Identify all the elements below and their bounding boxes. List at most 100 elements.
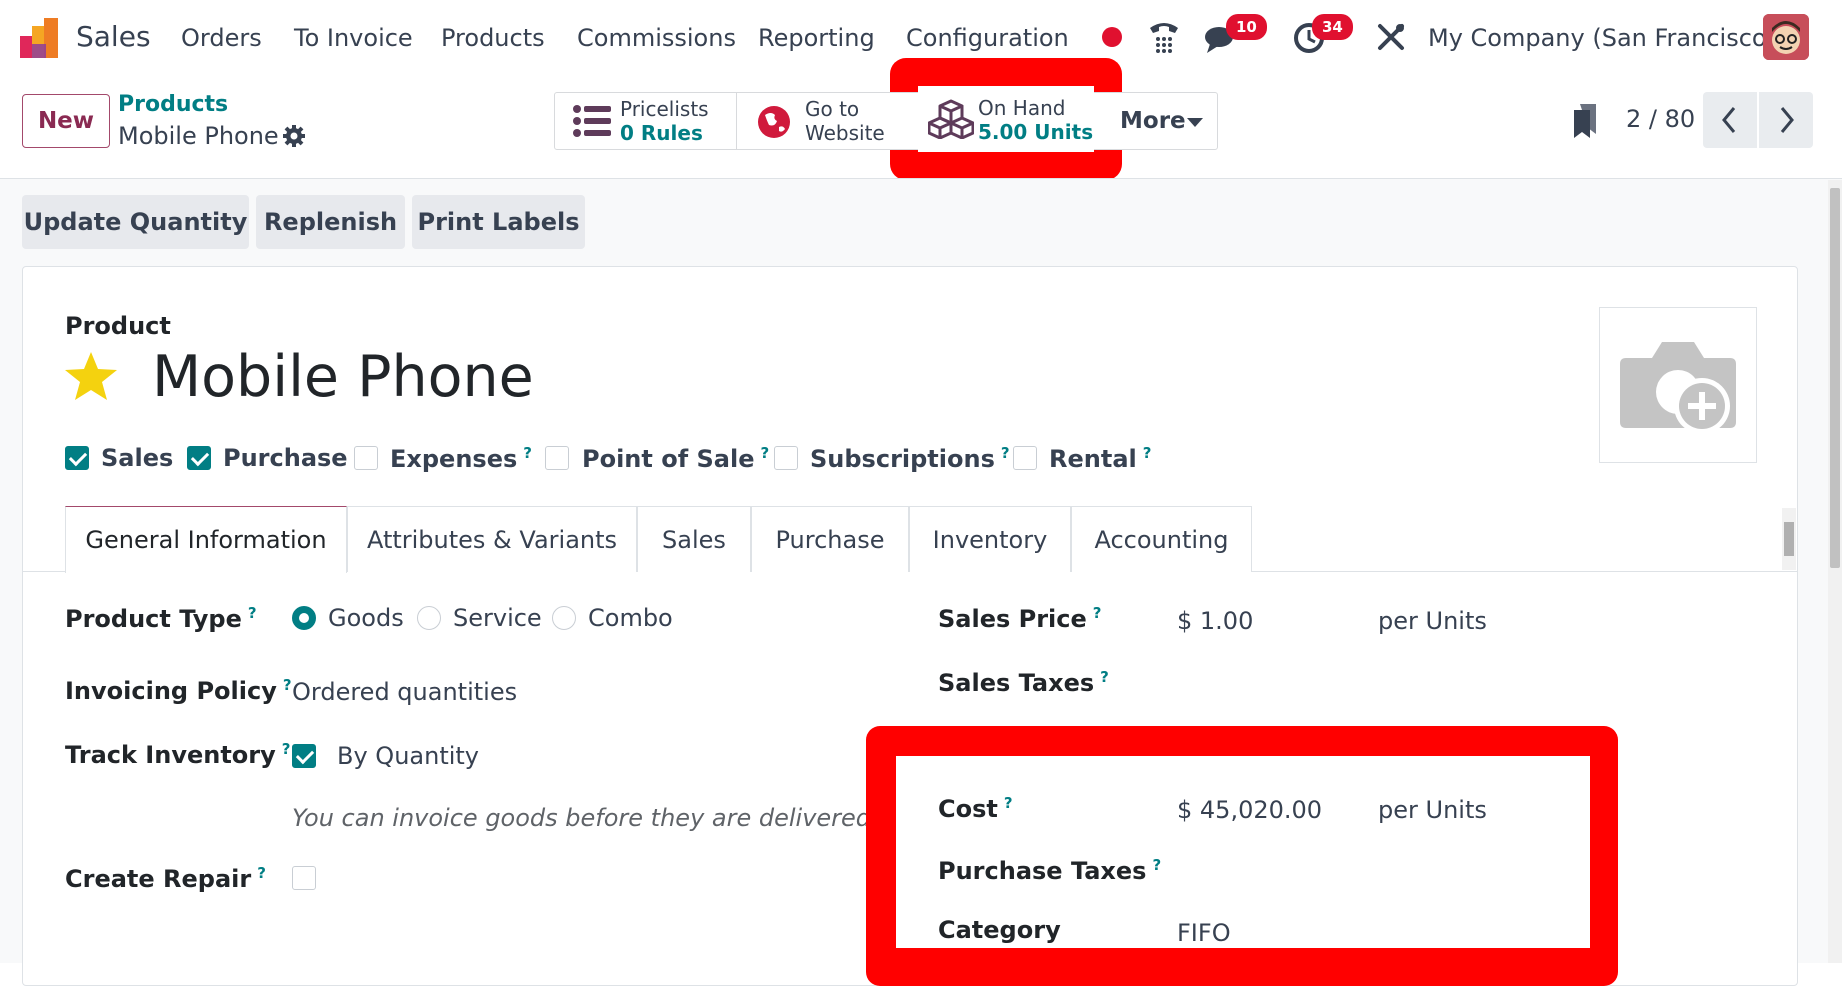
expenses-checkbox[interactable] bbox=[354, 446, 378, 470]
menu-commissions[interactable]: Commissions bbox=[577, 24, 736, 52]
menu-orders[interactable]: Orders bbox=[181, 24, 262, 52]
category-label: Category bbox=[938, 916, 1061, 944]
help-icon: ? bbox=[1100, 668, 1109, 686]
tab-accounting[interactable]: Accounting bbox=[1071, 506, 1252, 572]
help-icon: ? bbox=[1000, 444, 1010, 462]
messages-badge: 10 bbox=[1226, 14, 1267, 40]
help-icon: ? bbox=[1092, 604, 1102, 622]
onhand-smart-button[interactable]: On Hand 5.00 Units bbox=[918, 86, 1094, 152]
breadcrumb-current: Mobile Phone bbox=[118, 122, 279, 150]
replenish-button[interactable]: Replenish bbox=[256, 195, 405, 249]
smart-buttons-bar: Pricelists 0 Rules Go to Website bbox=[554, 92, 1218, 150]
cost-label: Cost? bbox=[938, 794, 1013, 823]
product-name[interactable]: Mobile Phone bbox=[152, 344, 534, 410]
tab-sales[interactable]: Sales bbox=[637, 506, 751, 572]
service-option-label: Service bbox=[453, 604, 542, 632]
create-repair-label: Create Repair? bbox=[65, 864, 266, 893]
create-repair-checkbox[interactable] bbox=[292, 866, 316, 890]
print-labels-button[interactable]: Print Labels bbox=[412, 195, 585, 249]
breadcrumb-products[interactable]: Products bbox=[118, 92, 228, 117]
page-scrollbar-thumb[interactable] bbox=[1830, 188, 1840, 568]
invoicing-policy-value[interactable]: Ordered quantities bbox=[292, 678, 517, 706]
app-name[interactable]: Sales bbox=[76, 20, 151, 53]
help-icon: ? bbox=[523, 444, 532, 462]
chevron-left-icon bbox=[1722, 107, 1736, 133]
help-icon: ? bbox=[1152, 856, 1162, 874]
invoicing-policy-label: Invoicing Policy? bbox=[65, 676, 292, 705]
combo-radio[interactable] bbox=[552, 606, 576, 630]
purchase-taxes-label: Purchase Taxes? bbox=[938, 856, 1162, 885]
tab-purchase[interactable]: Purchase bbox=[751, 506, 909, 572]
track-inventory-value[interactable]: By Quantity bbox=[337, 742, 479, 770]
expenses-flag-label: Expenses? bbox=[390, 444, 532, 473]
favorite-star-icon[interactable] bbox=[63, 350, 119, 402]
sales-checkbox[interactable] bbox=[65, 446, 89, 470]
pricelists-smart-button[interactable]: Pricelists 0 Rules bbox=[555, 93, 737, 149]
go-to-website-smart-button[interactable]: Go to Website bbox=[737, 93, 919, 149]
sales-price-uom: per Units bbox=[1378, 607, 1487, 635]
cubes-icon bbox=[928, 99, 974, 139]
subscriptions-checkbox[interactable] bbox=[774, 446, 798, 470]
onhand-value: 5.00 Units bbox=[978, 120, 1094, 144]
bookmark-icon[interactable] bbox=[1574, 104, 1598, 138]
menu-configuration[interactable]: Configuration bbox=[906, 24, 1069, 52]
rental-checkbox[interactable] bbox=[1013, 446, 1037, 470]
sales-app-icon[interactable] bbox=[20, 18, 62, 58]
pager-previous-button[interactable] bbox=[1703, 92, 1757, 148]
service-radio[interactable] bbox=[417, 606, 441, 630]
pager-value[interactable]: 2 / 80 bbox=[1626, 105, 1695, 133]
help-icon: ? bbox=[282, 676, 292, 694]
list-icon bbox=[573, 105, 611, 137]
sales-price-value[interactable]: $ 1.00 bbox=[1177, 607, 1253, 635]
combo-option-label: Combo bbox=[588, 604, 673, 632]
point-of-sale-flag-label: Point of Sale? bbox=[582, 444, 770, 473]
globe-icon bbox=[758, 106, 790, 138]
help-icon: ? bbox=[281, 740, 291, 758]
website-label-line2: Website bbox=[805, 121, 885, 145]
point-of-sale-checkbox[interactable] bbox=[545, 446, 569, 470]
purchase-flag-label: Purchase bbox=[223, 444, 348, 472]
phone-icon[interactable] bbox=[1148, 20, 1180, 54]
pager-next-button[interactable] bbox=[1759, 92, 1813, 148]
menu-products[interactable]: Products bbox=[441, 24, 545, 52]
chevron-right-icon bbox=[1780, 107, 1794, 133]
menu-reporting[interactable]: Reporting bbox=[758, 24, 875, 52]
menu-to-invoice[interactable]: To Invoice bbox=[294, 24, 413, 52]
cost-value[interactable]: $ 45,020.00 bbox=[1177, 796, 1322, 824]
subscriptions-flag-label: Subscriptions? bbox=[810, 444, 1010, 473]
onhand-label: On Hand bbox=[978, 96, 1066, 120]
debug-tools-icon[interactable] bbox=[1376, 22, 1406, 52]
rental-flag-label: Rental? bbox=[1049, 444, 1152, 473]
company-switcher[interactable]: My Company (San Francisco) bbox=[1428, 24, 1776, 52]
avatar-face-icon bbox=[1763, 14, 1809, 60]
new-button[interactable]: New bbox=[22, 94, 110, 148]
help-icon: ? bbox=[247, 604, 257, 622]
category-value[interactable]: FIFO bbox=[1177, 919, 1231, 947]
sales-price-label: Sales Price? bbox=[938, 604, 1102, 633]
track-inventory-checkbox[interactable] bbox=[292, 744, 316, 768]
user-avatar[interactable] bbox=[1763, 14, 1809, 60]
tab-general-information[interactable]: General Information bbox=[65, 506, 347, 573]
cost-uom: per Units bbox=[1378, 796, 1487, 824]
update-quantity-button[interactable]: Update Quantity bbox=[22, 195, 249, 249]
more-dropdown[interactable]: More bbox=[1120, 108, 1186, 134]
tab-inventory[interactable]: Inventory bbox=[909, 506, 1071, 572]
help-icon: ? bbox=[1003, 794, 1013, 812]
product-label: Product bbox=[65, 312, 171, 340]
sales-taxes-label: Sales Taxes? bbox=[938, 668, 1109, 697]
invoice-hint: You can invoice goods before they are de… bbox=[292, 804, 879, 832]
pricelists-label: Pricelists bbox=[620, 97, 709, 121]
product-type-label: Product Type? bbox=[65, 604, 257, 633]
tabs-scrollbar-thumb[interactable] bbox=[1784, 522, 1794, 556]
activities-badge: 34 bbox=[1312, 14, 1353, 40]
gear-icon[interactable] bbox=[282, 124, 306, 148]
help-icon: ? bbox=[1142, 444, 1152, 462]
product-image-placeholder[interactable] bbox=[1599, 307, 1757, 463]
pricelists-value: 0 Rules bbox=[620, 121, 703, 145]
purchase-checkbox[interactable] bbox=[187, 446, 211, 470]
recording-dot-icon[interactable] bbox=[1101, 26, 1123, 48]
tab-attributes-variants[interactable]: Attributes & Variants bbox=[347, 506, 637, 572]
website-label-line1: Go to bbox=[805, 97, 860, 121]
goods-radio[interactable] bbox=[292, 606, 316, 630]
help-icon: ? bbox=[257, 864, 266, 882]
